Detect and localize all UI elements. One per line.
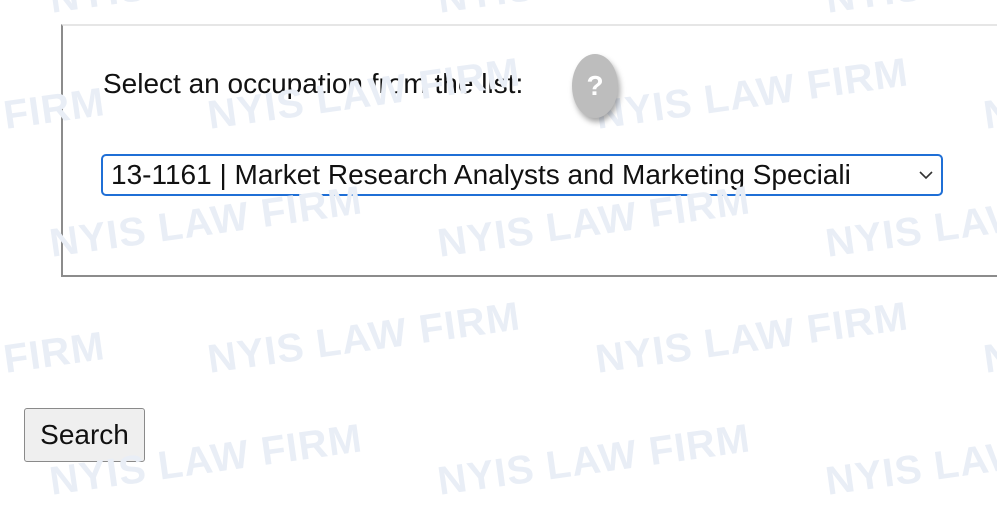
chevron-down-icon (915, 164, 937, 186)
watermark-text: NYIS LAW FIRM (592, 294, 912, 382)
watermark-text: NYIS LAW FIRM (435, 0, 753, 23)
watermark-text: NYIS LAW FIRM (434, 416, 754, 504)
occupation-select-value: 13-1161 | Market Research Analysts and M… (111, 159, 851, 190)
search-button[interactable]: Search (24, 408, 145, 462)
help-icon[interactable]: ? (572, 54, 618, 118)
page: Select an occupation from the list: ? 13… (0, 0, 997, 514)
occupation-label: Select an occupation from the list: (103, 68, 524, 99)
help-icon-glyph: ? (586, 70, 604, 101)
watermark-fragment-n: N (980, 334, 997, 382)
watermark-text: NYIS LAW FIRM (823, 0, 997, 23)
occupation-fieldset (61, 24, 997, 277)
watermark-text: NYIS LAW FIRM (47, 0, 365, 23)
watermark-text: NYIS LAW FIRM (822, 416, 997, 504)
occupation-select[interactable]: 13-1161 | Market Research Analysts and M… (101, 154, 943, 196)
watermark-fragment-firm: FIRM (0, 324, 108, 382)
watermark-text: NYIS LAW FIRM (204, 294, 524, 382)
